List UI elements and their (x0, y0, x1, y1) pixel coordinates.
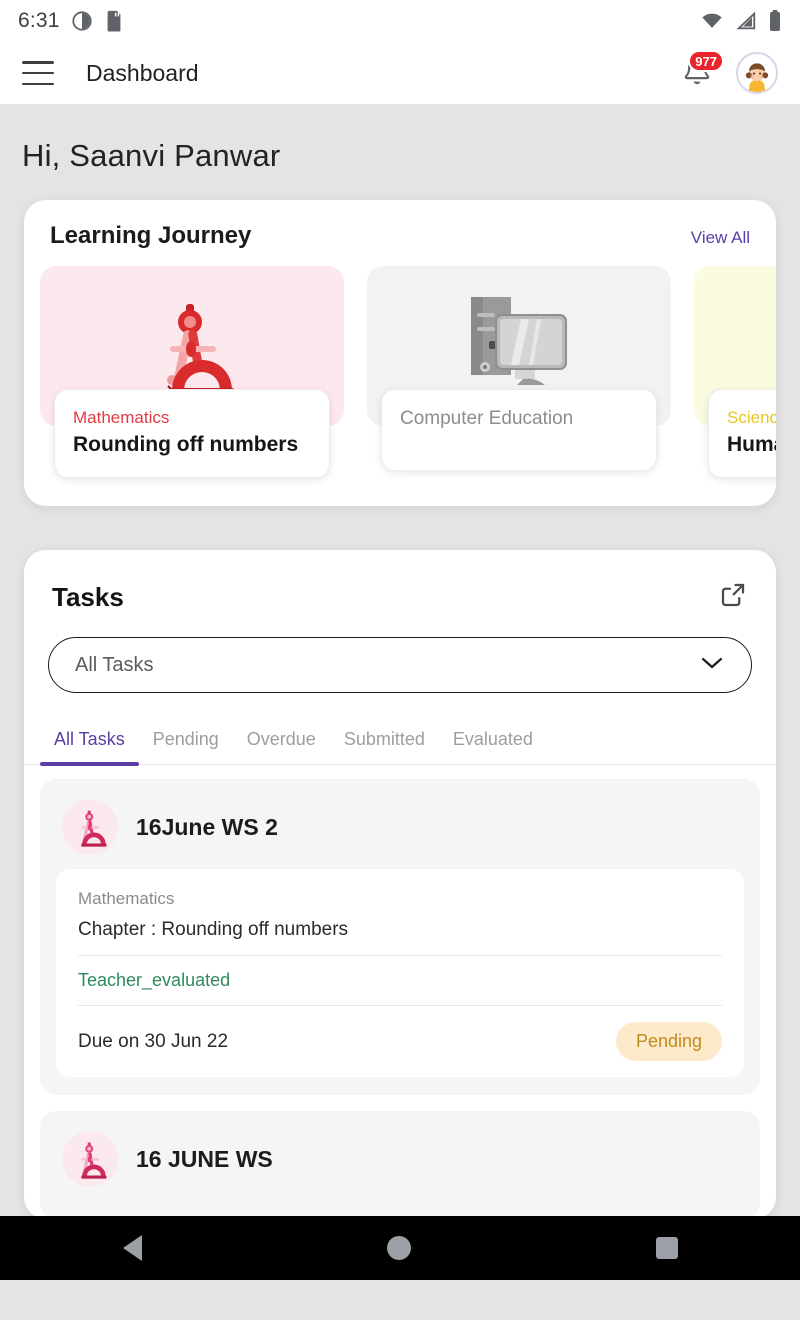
status-bar-right (700, 9, 782, 33)
status-badge: Pending (615, 1022, 722, 1061)
task-filter-value: All Tasks (75, 653, 154, 676)
compass-protractor-icon (62, 799, 118, 855)
page-title: Dashboard (86, 59, 199, 86)
learning-journey-scroller[interactable]: Mathematics Rounding off numbers Compute… (24, 250, 776, 506)
task-list: 16June WS 2 Mathematics Chapter : Roundi… (24, 765, 776, 1219)
tab-submitted[interactable]: Submitted (330, 719, 439, 764)
table-row[interactable]: 16June WS 2 Mathematics Chapter : Roundi… (40, 779, 760, 1095)
task-filter-select[interactable]: All Tasks (48, 637, 752, 693)
subject-label-science: Science Human (708, 389, 776, 478)
home-circle-icon[interactable] (386, 1236, 411, 1260)
task-item-body: Mathematics Chapter : Rounding off numbe… (56, 869, 744, 1077)
subject-label-mathematics: Mathematics Rounding off numbers (54, 389, 330, 478)
android-nav-bar (0, 1216, 800, 1280)
notification-badge: 977 (688, 50, 724, 72)
status-time: 6:31 (18, 9, 60, 32)
task-tabs[interactable]: All Tasks Pending Overdue Submitted Eval… (24, 719, 776, 766)
app-bar-actions: 977 (680, 50, 778, 94)
task-status: Teacher_evaluated (78, 956, 722, 1006)
battery-icon (770, 10, 780, 31)
task-title: 16 JUNE WS (136, 1145, 273, 1172)
notification-button[interactable]: 977 (680, 50, 724, 91)
desktop-computer-icon (471, 297, 567, 385)
task-item-header: 16 JUNE WS (56, 1127, 744, 1201)
tasks-header: Tasks (24, 550, 776, 615)
view-all-link[interactable]: View All (691, 228, 750, 248)
avatar[interactable] (736, 52, 778, 94)
back-triangle-icon[interactable] (122, 1235, 142, 1261)
tab-all-tasks[interactable]: All Tasks (40, 719, 139, 766)
tab-overdue[interactable]: Overdue (233, 719, 330, 764)
subject-name: Science (727, 408, 776, 427)
cellular-signal-icon (736, 11, 756, 30)
open-in-new-icon[interactable] (718, 580, 748, 615)
learning-journey-card: Learning Journey View All Mathematics Ro… (24, 200, 776, 506)
compass-protractor-icon (167, 304, 234, 396)
task-due-date: Due on 30 Jun 22 (78, 1030, 229, 1052)
user-avatar-icon (738, 54, 776, 92)
tab-pending[interactable]: Pending (139, 719, 233, 764)
status-bar: 6:31 (0, 0, 800, 42)
task-footer: Due on 30 Jun 22 Pending (78, 1006, 722, 1067)
subject-card-computer-education[interactable]: Computer Education (367, 266, 671, 478)
tasks-card: Tasks All Tasks All Tasks Pending Overdu… (24, 550, 776, 1219)
subject-card-science[interactable]: Science Human (694, 266, 776, 478)
task-item-header: 16June WS 2 (56, 795, 744, 869)
sd-card-icon (107, 10, 121, 32)
chevron-down-icon (699, 654, 725, 677)
task-subject: Mathematics (78, 889, 175, 908)
status-bar-left: 6:31 (18, 9, 124, 33)
hamburger-menu-icon[interactable] (22, 61, 54, 85)
tab-evaluated[interactable]: Evaluated (439, 719, 547, 764)
subject-chapter: Human (727, 433, 776, 456)
recents-square-icon[interactable] (655, 1237, 678, 1259)
app-bar: Dashboard 977 (0, 42, 800, 104)
subject-name: Mathematics (73, 408, 170, 427)
wifi-icon (702, 13, 722, 28)
table-row[interactable]: 16 JUNE WS (40, 1111, 760, 1219)
task-title: 16June WS 2 (136, 813, 278, 840)
subject-label-computer-education: Computer Education (381, 389, 657, 471)
subject-card-mathematics[interactable]: Mathematics Rounding off numbers (40, 266, 344, 478)
subject-chapter: Rounding off numbers (73, 433, 299, 456)
page-content: Hi, Saanvi Panwar Learning Journey View … (0, 104, 800, 1320)
tasks-title: Tasks (52, 582, 124, 612)
compass-protractor-icon (62, 1131, 118, 1187)
task-chapter: Chapter : Rounding off numbers (78, 915, 722, 956)
learning-journey-title: Learning Journey (50, 222, 252, 249)
learning-journey-header: Learning Journey View All (24, 200, 776, 250)
subject-name: Computer Education (400, 408, 574, 429)
greeting-text: Hi, Saanvi Panwar (22, 138, 281, 173)
do-not-disturb-icon (72, 11, 92, 31)
